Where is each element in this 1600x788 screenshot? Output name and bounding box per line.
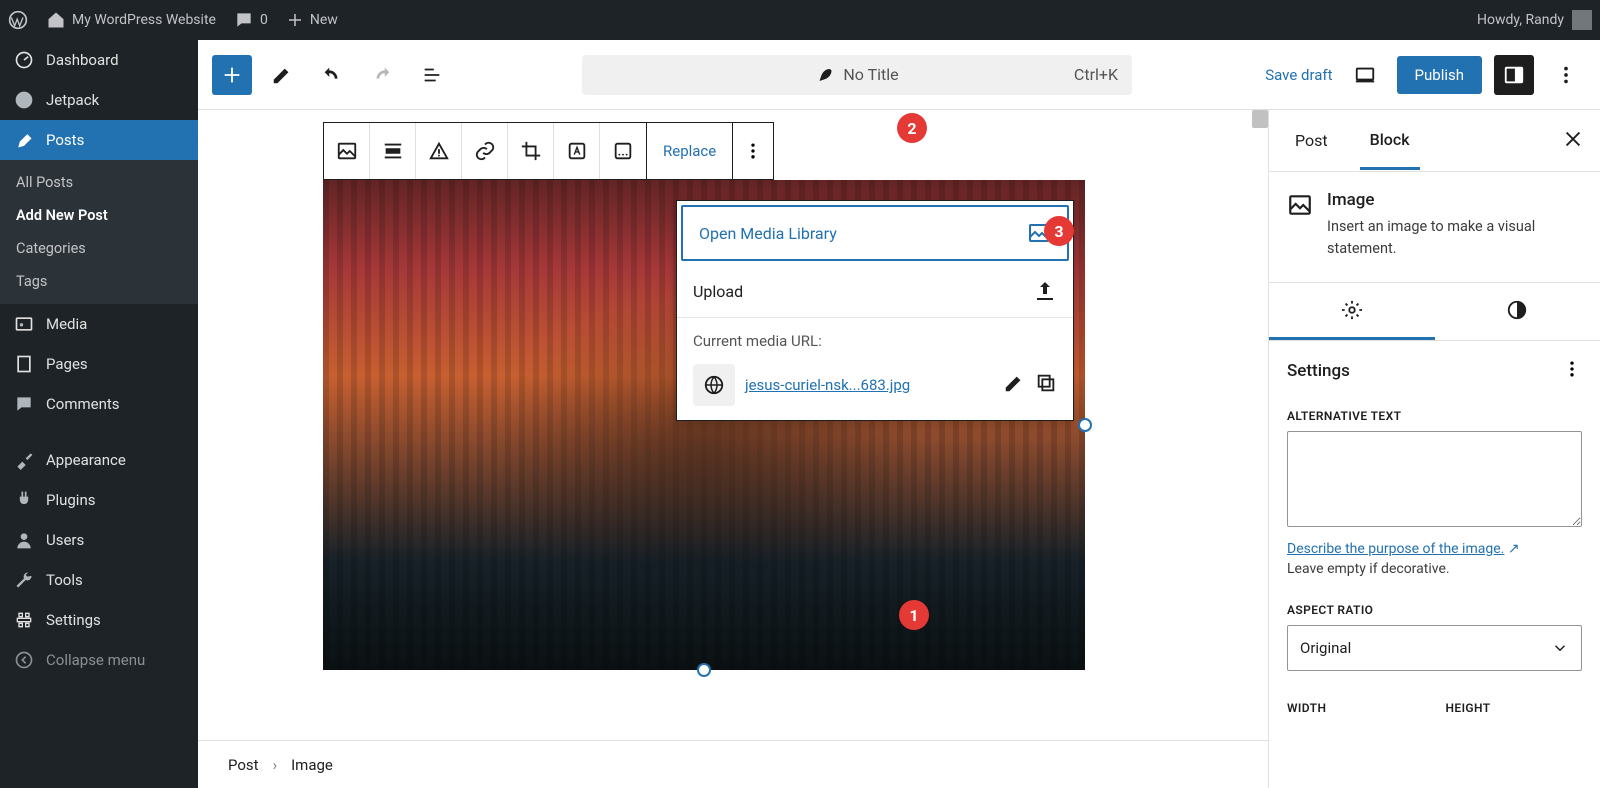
block-type-icon[interactable] (324, 123, 370, 179)
sidebar-item-users[interactable]: Users (0, 520, 198, 560)
contrast-icon (1506, 299, 1528, 321)
align-button[interactable] (370, 123, 416, 179)
block-more-button[interactable] (733, 123, 773, 179)
duotone-button[interactable] (600, 123, 646, 179)
replace-button[interactable]: Replace (646, 123, 733, 179)
tab-block[interactable]: Block (1360, 112, 1420, 170)
tools-button[interactable] (262, 55, 302, 95)
preview-button[interactable] (1345, 55, 1385, 95)
caption-button[interactable] (416, 123, 462, 179)
breadcrumb-root[interactable]: Post (228, 756, 259, 774)
alt-text-label: ALTERNATIVE TEXT (1287, 409, 1582, 423)
describe-image-link[interactable]: Describe the purpose of the image. (1287, 541, 1504, 557)
block-description: Insert an image to make a visual stateme… (1327, 216, 1582, 260)
callout-badge-2: 2 (897, 113, 927, 143)
sidebar-item-comments[interactable]: Comments (0, 384, 198, 424)
wp-logo[interactable] (8, 10, 28, 30)
sidebar-item-tools[interactable]: Tools (0, 560, 198, 600)
outline-button[interactable] (412, 55, 452, 95)
document-title: No Title (843, 65, 898, 84)
settings-more-button[interactable] (1562, 359, 1582, 383)
alt-text-input[interactable] (1287, 431, 1582, 527)
height-label: HEIGHT (1446, 701, 1583, 715)
upload-button[interactable]: Upload (677, 265, 1073, 318)
feather-icon (815, 66, 833, 84)
alt-text-hint: Leave empty if decorative. (1287, 561, 1582, 577)
subtab-settings[interactable] (1269, 283, 1435, 340)
media-url-link[interactable]: jesus-curiel-nsk...683.jpg (745, 376, 993, 394)
replace-popover: Open Media Library Upload Current media … (676, 200, 1074, 421)
sidebar-item-jetpack[interactable]: Jetpack (0, 80, 198, 120)
comments-link[interactable]: 0 (234, 10, 268, 30)
undo-button[interactable] (312, 55, 352, 95)
upload-icon (1033, 279, 1057, 303)
resize-handle-bottom[interactable] (697, 663, 711, 677)
link-button[interactable] (462, 123, 508, 179)
breadcrumb-leaf[interactable]: Image (291, 756, 333, 774)
howdy[interactable]: Howdy, Randy (1477, 12, 1564, 28)
crop-button[interactable] (508, 123, 554, 179)
copy-url-button[interactable] (1035, 372, 1057, 398)
edit-url-button[interactable] (1003, 372, 1025, 398)
submenu-add-new-post[interactable]: Add New Post (0, 199, 198, 232)
settings-heading: Settings (1287, 361, 1350, 381)
sidebar-item-plugins[interactable]: Plugins (0, 480, 198, 520)
callout-badge-3: 3 (1044, 216, 1074, 246)
block-toolbar: Replace (323, 122, 774, 180)
sidebar-item-posts[interactable]: Posts (0, 120, 198, 160)
open-media-library-button[interactable]: Open Media Library (681, 205, 1069, 261)
text-overlay-button[interactable] (554, 123, 600, 179)
sidebar-item-appearance[interactable]: Appearance (0, 440, 198, 480)
avatar[interactable] (1572, 10, 1592, 30)
new-link[interactable]: New (286, 11, 338, 29)
current-media-url-section: Current media URL: jesus-curiel-nsk...68… (677, 318, 1073, 420)
width-label: WIDTH (1287, 701, 1424, 715)
posts-submenu: All Posts Add New Post Categories Tags (0, 160, 198, 304)
sidebar-item-dashboard[interactable]: Dashboard (0, 40, 198, 80)
block-card: Image Insert an image to make a visual s… (1269, 172, 1600, 283)
globe-icon (693, 364, 735, 406)
comments-count: 0 (260, 12, 268, 28)
publish-button[interactable]: Publish (1397, 56, 1482, 94)
resize-handle-right[interactable] (1078, 418, 1092, 432)
submenu-categories[interactable]: Categories (0, 232, 198, 265)
editor-header: No Title Ctrl+K Save draft Publish (198, 40, 1600, 110)
aspect-ratio-label: ASPECT RATIO (1287, 603, 1582, 617)
admin-sidebar: Dashboard Jetpack Posts All Posts Add Ne… (0, 40, 198, 788)
redo-button[interactable] (362, 55, 402, 95)
sidebar-item-media[interactable]: Media (0, 304, 198, 344)
chevron-down-icon (1551, 639, 1569, 657)
sidebar-item-pages[interactable]: Pages (0, 344, 198, 384)
close-inspector-button[interactable] (1562, 128, 1584, 154)
new-label: New (310, 12, 338, 28)
current-url-label: Current media URL: (693, 332, 1057, 350)
inspector-panel: Post Block Image Insert an image to make… (1268, 110, 1600, 788)
site-home[interactable]: My WordPress Website (46, 10, 216, 30)
gear-icon (1341, 299, 1363, 321)
site-title: My WordPress Website (72, 12, 216, 28)
image-icon (1287, 192, 1313, 218)
save-draft-button[interactable]: Save draft (1265, 66, 1332, 84)
options-button[interactable] (1546, 55, 1586, 95)
add-block-button[interactable] (212, 55, 252, 95)
admin-bar: My WordPress Website 0 New Howdy, Randy (0, 0, 1600, 40)
sidebar-item-settings[interactable]: Settings (0, 600, 198, 640)
block-breadcrumb: Post › Image (198, 740, 1268, 788)
submenu-tags[interactable]: Tags (0, 265, 198, 298)
command-shortcut: Ctrl+K (1074, 65, 1118, 84)
aspect-ratio-select[interactable]: Original (1287, 625, 1582, 671)
subtab-styles[interactable] (1435, 283, 1600, 340)
chevron-right-icon: › (273, 756, 278, 774)
document-title-bar[interactable]: No Title Ctrl+K (582, 55, 1132, 95)
callout-badge-1: 1 (899, 600, 929, 630)
scrollbar-thumb[interactable] (1252, 110, 1268, 128)
block-name: Image (1327, 190, 1582, 210)
sidebar-toggle-button[interactable] (1494, 55, 1534, 95)
sidebar-collapse[interactable]: Collapse menu (0, 640, 198, 680)
submenu-all-posts[interactable]: All Posts (0, 166, 198, 199)
tab-post[interactable]: Post (1285, 113, 1338, 168)
